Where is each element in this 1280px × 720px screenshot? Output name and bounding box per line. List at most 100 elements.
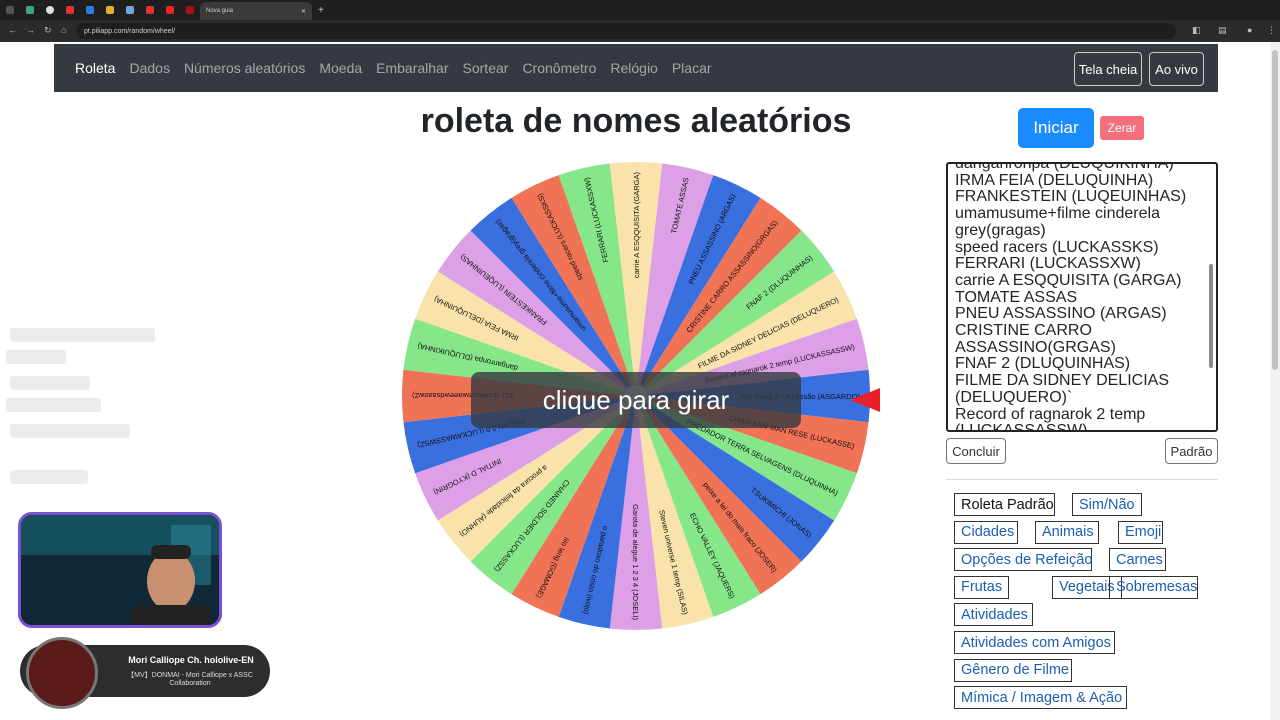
textarea-scrollbar[interactable] [1207,164,1215,430]
webcam-feed [18,512,222,628]
tab-favicon-4[interactable] [60,0,80,20]
preset-button[interactable]: Sim/Não [1072,493,1142,516]
close-tab-icon[interactable]: ✕ [301,8,306,15]
reload-icon[interactable]: ↻ [44,25,52,36]
nav-link-sortear[interactable]: Sortear [463,60,509,76]
forward-icon[interactable]: → [26,25,35,35]
chat-line [10,470,88,484]
name-entry: FILME DA SIDNEY DELICIAS [955,372,1169,390]
tab-icon [46,6,54,14]
chat-line [10,328,155,342]
address-url: pt.piliapp.com/random/wheel/ [84,27,176,35]
nav-link-moeda[interactable]: Moeda [319,60,362,76]
name-entry: FERRARI (LUCKASSXW) [955,255,1141,273]
preset-button[interactable]: Frutas [954,575,1009,599]
tab-icon [86,6,94,14]
page-title: roleta de nomes aleatórios [420,102,852,140]
page-scrollbar[interactable] [1270,42,1280,720]
tab-favicon-10[interactable] [180,0,200,20]
music-artist: Mori Calliope Ch. hololive-EN [128,655,254,665]
tab-icon [146,6,154,14]
home-icon[interactable]: ⌂ [61,25,66,35]
profile-icon[interactable]: ● [1247,25,1252,35]
nav-link-cronometro[interactable]: Cronômetro [522,60,596,76]
now-playing-card: Mori Calliope Ch. hololive-EN 【MV】DONMAI… [20,637,270,709]
active-tab-title: Nova guia [206,8,234,14]
sidebar-icon[interactable]: ▤ [1218,25,1227,36]
preset-button[interactable]: Carnes [1109,548,1166,572]
name-entry: PNEU ASSASSINO (ARGAS) [955,305,1167,323]
nav-link-numeros[interactable]: Números aleatórios [184,60,305,76]
wheel-pointer-icon [850,388,880,412]
name-entry: (LUCKASSASSW) [955,422,1088,432]
name-entry: umamusume+filme cinderela [955,205,1160,223]
extensions-icon[interactable]: ◧ [1192,25,1201,36]
tab-icon [106,6,114,14]
tab-favicon-2[interactable] [20,0,40,20]
preset-button[interactable]: Sobremesas [1109,575,1198,599]
new-tab-button[interactable]: + [312,0,330,20]
music-track: 【MV】DONMAI - Mori Calliope x ASSC Collab… [127,672,253,687]
nav-link-placar[interactable]: Placar [672,60,712,76]
fullscreen-button[interactable]: Tela cheia [1074,52,1142,86]
tab-favicon-5[interactable] [80,0,100,20]
names-list: danganronpa (DLUQUIKINHA) IRMA FEIA (DELU… [955,164,1205,432]
name-entry: grey(gragas) [955,221,1046,239]
reset-button[interactable]: Zerar [1100,116,1144,140]
browser-toolbar: ← → ↻ ⌂ pt.piliapp.com/random/wheel/ ◧ ▤… [0,20,1280,42]
preset-button[interactable]: Atividades com Amigos [954,631,1115,654]
chat-line [10,376,90,390]
wheel-segment-label: carrie A ESQQUISITA (GARGA) [632,172,641,279]
name-entry: carrie A ESQQUISITA (GARGA) [955,271,1182,289]
preset-button[interactable]: Cidades [954,520,1018,544]
stream-chat-overlay [0,320,400,510]
tab-favicon-1[interactable] [0,0,20,20]
nav-link-dados[interactable]: Dados [129,60,169,76]
live-button[interactable]: Ao vivo [1149,52,1204,86]
preset-button[interactable]: Atividades [954,603,1033,627]
done-button[interactable]: Concluir [946,438,1006,464]
nav-link-roleta[interactable]: Roleta [75,60,115,76]
default-button[interactable]: Padrão [1165,438,1218,464]
preset-button[interactable]: Animais [1035,520,1099,544]
tab-favicon-3[interactable] [40,0,60,20]
nav-link-relogio[interactable]: Relógio [610,60,657,76]
tab-favicon-8[interactable] [140,0,160,20]
wheel-segment-label: Garota de alegue 1 2 3 4 (JOSELI) [631,504,640,620]
nav-link-embaralhar[interactable]: Embaralhar [376,60,448,76]
preset-button[interactable]: Gênero de Filme [954,658,1072,682]
tab-icon [186,6,194,14]
preset-button[interactable]: Mímica / Imagem & Ação [954,686,1127,710]
tab-icon [26,6,34,14]
back-icon[interactable]: ← [8,25,17,35]
name-entry: speed racers (LUCKASSKS) [955,238,1159,256]
album-art-icon [26,637,98,709]
chat-line [6,350,66,364]
preset-button[interactable]: Opções de Refeição [954,548,1092,572]
browser-tab-strip: Nova guia ✕ + [0,0,1280,20]
preset-button[interactable]: Roleta Padrão [954,493,1055,516]
preset-button[interactable]: Emoji [1118,520,1163,544]
chat-line [6,398,101,412]
tab-favicon-7[interactable] [120,0,140,20]
name-entry: Record of ragnarok 2 temp [955,405,1146,423]
top-navbar: Roleta Dados Números aleatórios Moeda Em… [54,44,1218,92]
spin-button[interactable]: clique para girar [471,372,801,428]
name-entry: IRMA FEIA (DELUQUINHA) [955,171,1154,189]
names-textarea[interactable]: danganronpa (DLUQUIKINHA) IRMA FEIA (DELU… [946,162,1218,432]
name-entry: TOMATE ASSAS [955,288,1078,306]
address-bar[interactable]: pt.piliapp.com/random/wheel/ [76,23,1176,39]
menu-icon[interactable]: ⋮ [1267,25,1276,36]
tab-icon [126,6,134,14]
active-tab[interactable]: Nova guia ✕ [200,2,312,20]
tab-icon [66,6,74,14]
tab-icon [166,6,174,14]
start-button[interactable]: Iniciar [1018,108,1094,148]
tab-favicon-9[interactable] [160,0,180,20]
tab-favicon-6[interactable] [100,0,120,20]
name-entry: FRANKESTEIN (LUQEUINHAS) [955,188,1187,206]
chat-line [10,424,130,438]
name-entry: FNAF 2 (DLUQUINHAS) [955,355,1131,373]
name-entry: CRISTINE CARRO [955,322,1092,340]
tab-icon [6,6,14,14]
